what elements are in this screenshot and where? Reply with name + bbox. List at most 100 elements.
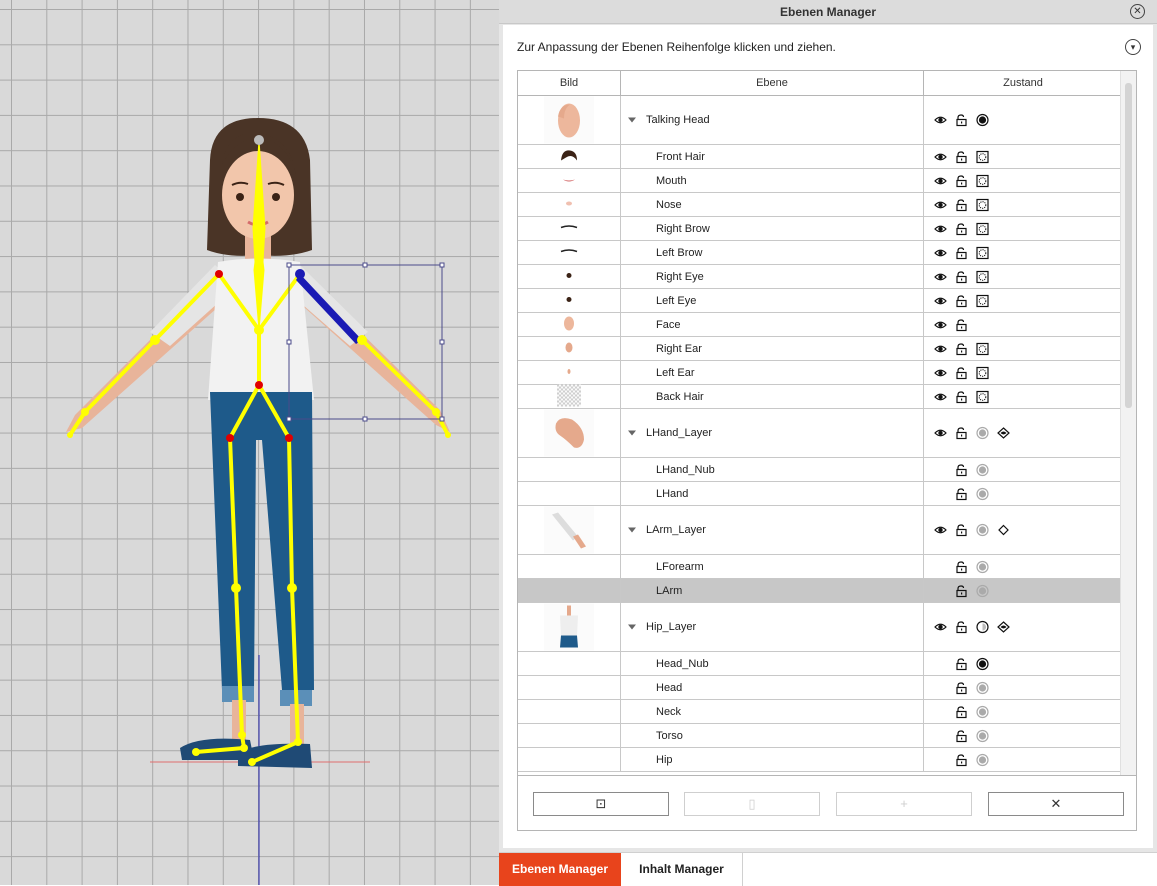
lock-icon[interactable] [955, 584, 968, 597]
lock-icon[interactable] [955, 657, 968, 670]
state-icon[interactable] [976, 342, 989, 355]
panel-titlebar[interactable]: Ebenen Manager ✕ [499, 0, 1157, 24]
layer-row[interactable]: Left Brow [518, 241, 1122, 265]
state-icon[interactable] [976, 657, 989, 670]
lock-icon[interactable] [955, 560, 968, 573]
layer-row[interactable]: Head [518, 676, 1122, 700]
lock-icon[interactable] [955, 681, 968, 694]
state-icon[interactable] [976, 390, 989, 403]
layer-group-row[interactable]: Talking Head [518, 96, 1122, 145]
lock-icon[interactable] [955, 621, 968, 634]
state-icon[interactable] [976, 681, 989, 694]
delete-layer-button[interactable]: ✕ [988, 792, 1124, 816]
chevron-down-icon[interactable] [628, 430, 636, 436]
layer-group-row[interactable]: LArm_Layer [518, 506, 1122, 555]
layer-row[interactable]: Head_Nub [518, 652, 1122, 676]
canvas-stage[interactable] [0, 0, 499, 885]
state-icon[interactable] [976, 113, 989, 127]
layer-row[interactable]: Right Brow [518, 217, 1122, 241]
import-layer-button[interactable]: ⊡ [533, 792, 669, 816]
layer-row[interactable]: Mouth [518, 169, 1122, 193]
diamond-eye-icon[interactable] [997, 621, 1010, 634]
visibility-eye-icon[interactable] [934, 222, 947, 235]
lock-icon[interactable] [955, 390, 968, 403]
column-header-zustand[interactable]: Zustand [924, 71, 1122, 96]
lock-icon[interactable] [955, 463, 968, 476]
state-icon[interactable] [976, 366, 989, 379]
visibility-eye-icon[interactable] [934, 294, 947, 307]
visibility-eye-icon[interactable] [934, 342, 947, 355]
state-icon[interactable] [976, 222, 989, 235]
layer-row[interactable]: Left Eye [518, 289, 1122, 313]
layer-row[interactable]: Front Hair [518, 145, 1122, 169]
duplicate-layer-button[interactable]: ▯ [684, 792, 820, 816]
layer-row[interactable]: LForearm [518, 555, 1122, 579]
state-icon[interactable] [976, 523, 989, 537]
layer-row[interactable]: Torso [518, 724, 1122, 748]
character-figure[interactable] [0, 0, 499, 885]
state-icon[interactable] [976, 753, 989, 766]
layer-row[interactable]: Face [518, 313, 1122, 337]
state-icon[interactable] [976, 560, 989, 573]
lock-icon[interactable] [955, 198, 968, 211]
state-icon[interactable] [976, 246, 989, 259]
lock-icon[interactable] [955, 270, 968, 283]
lock-icon[interactable] [955, 753, 968, 766]
state-icon[interactable] [976, 705, 989, 718]
visibility-eye-icon[interactable] [934, 366, 947, 379]
visibility-eye-icon[interactable] [934, 270, 947, 283]
layer-row[interactable]: Right Eye [518, 265, 1122, 289]
state-icon[interactable] [976, 174, 989, 187]
visibility-eye-icon[interactable] [934, 524, 947, 537]
visibility-eye-icon[interactable] [934, 427, 947, 440]
state-icon[interactable] [976, 294, 989, 307]
lock-icon[interactable] [955, 342, 968, 355]
lock-icon[interactable] [955, 318, 968, 331]
chevron-down-icon[interactable]: ▾ [1125, 39, 1141, 55]
state-icon[interactable] [976, 270, 989, 283]
visibility-eye-icon[interactable] [934, 246, 947, 259]
visibility-eye-icon[interactable] [934, 114, 947, 127]
layer-row[interactable]: Left Ear [518, 361, 1122, 385]
chevron-down-icon[interactable] [628, 527, 636, 533]
visibility-eye-icon[interactable] [934, 621, 947, 634]
state-icon[interactable] [976, 426, 989, 440]
scrollbar-thumb[interactable] [1125, 83, 1132, 408]
tab-ebenen-manager[interactable]: Ebenen Manager [499, 853, 621, 886]
visibility-eye-icon[interactable] [934, 390, 947, 403]
diamond-eye-icon[interactable] [997, 427, 1010, 440]
chevron-down-icon[interactable] [628, 117, 636, 123]
column-header-ebene[interactable]: Ebene [621, 71, 924, 96]
layer-row[interactable]: LArm [518, 579, 1122, 603]
lock-icon[interactable] [955, 114, 968, 127]
lock-icon[interactable] [955, 222, 968, 235]
visibility-eye-icon[interactable] [934, 198, 947, 211]
lock-icon[interactable] [955, 174, 968, 187]
state-icon[interactable] [976, 198, 989, 211]
close-icon[interactable]: ✕ [1130, 4, 1145, 19]
add-layer-button[interactable]: + [836, 792, 972, 816]
layer-row[interactable]: Back Hair [518, 384, 1122, 409]
layer-row[interactable]: LHand [518, 482, 1122, 506]
layer-group-row[interactable]: Hip_Layer [518, 603, 1122, 652]
lock-icon[interactable] [955, 729, 968, 742]
column-header-bild[interactable]: Bild [518, 71, 621, 96]
lock-icon[interactable] [955, 524, 968, 537]
state-icon[interactable] [976, 487, 989, 500]
state-icon[interactable] [976, 463, 989, 476]
visibility-eye-icon[interactable] [934, 150, 947, 163]
lock-icon[interactable] [955, 427, 968, 440]
vertical-scrollbar[interactable] [1120, 71, 1136, 775]
lock-icon[interactable] [955, 246, 968, 259]
visibility-eye-icon[interactable] [934, 174, 947, 187]
state-icon[interactable] [976, 620, 989, 634]
lock-icon[interactable] [955, 150, 968, 163]
state-icon[interactable] [976, 150, 989, 163]
layer-row[interactable]: Nose [518, 193, 1122, 217]
state-icon[interactable] [976, 584, 989, 597]
state-icon[interactable] [976, 729, 989, 742]
keyframe-diamond-icon[interactable] [997, 524, 1010, 537]
layer-row[interactable]: Hip [518, 748, 1122, 772]
lock-icon[interactable] [955, 294, 968, 307]
layer-row[interactable]: Right Ear [518, 337, 1122, 361]
